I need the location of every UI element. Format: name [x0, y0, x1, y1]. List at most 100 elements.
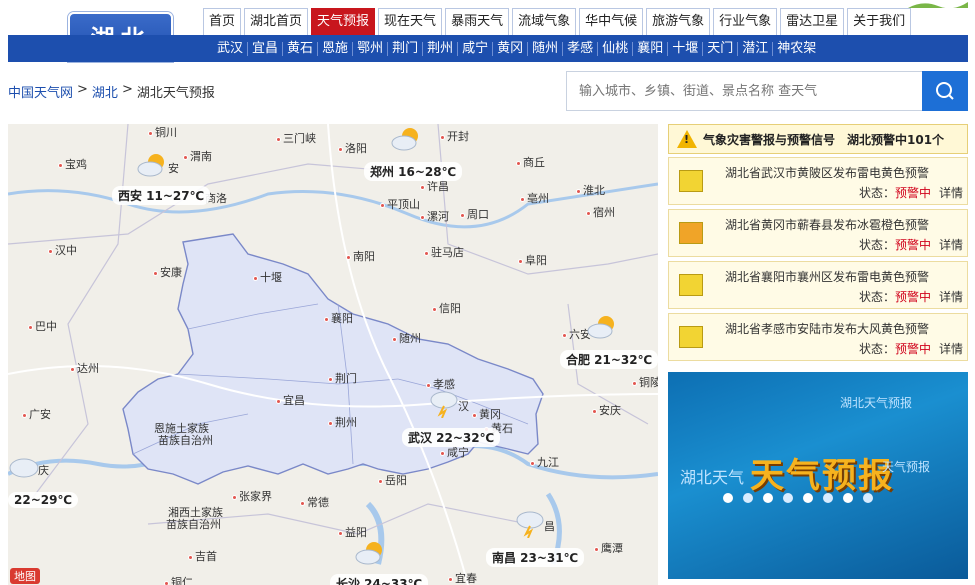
map-place: 洛阳 [338, 140, 367, 156]
weather-label-chongqing[interactable]: 22~29℃ [8, 492, 78, 508]
map-place: 安庆 [592, 402, 621, 418]
city-link-xianning[interactable]: 咸宁 [458, 41, 494, 56]
map-place: 苗族自治州 [158, 434, 213, 447]
map-place: 苗族自治州 [166, 518, 221, 531]
city-link-shiyan[interactable]: 十堰 [668, 41, 704, 56]
map-logo: 地图 [10, 568, 40, 584]
weather-label-xian[interactable]: 西安 11~27℃ [112, 186, 211, 205]
search-input[interactable] [567, 72, 923, 110]
city-bar: 武汉 宜昌 黄石 恩施 鄂州 荆门 荆州 咸宁 黄冈 随州 孝感 仙桃 襄阳 十… [8, 35, 968, 62]
search-button[interactable] [922, 71, 968, 111]
partly-cloudy-icon [355, 542, 382, 565]
warning-detail-link[interactable]: 详情 [939, 290, 963, 304]
nav-about[interactable]: 关于我们 [847, 8, 912, 35]
city-link-ezhou[interactable]: 鄂州 [353, 41, 389, 56]
map-place: 亳州 [520, 190, 549, 206]
warning-text[interactable]: 湖北省黄冈市蕲春县发布冰雹橙色预警 [725, 216, 929, 233]
warning-text[interactable]: 湖北省武汉市黄陂区发布雷电黄色预警 [725, 164, 929, 181]
warning-item[interactable]: 湖北省襄阳市襄州区发布雷电黄色预警 状态：预警中 详情 [668, 261, 968, 309]
map-place: 平顶山 [380, 196, 420, 212]
header-decoration [908, 2, 968, 8]
map-place: 安 [168, 162, 179, 175]
nav-current-weather[interactable]: 现在天气 [378, 8, 443, 35]
nav-climate[interactable]: 华中气候 [579, 8, 644, 35]
breadcrumb-root[interactable]: 中国天气网 [8, 82, 73, 101]
map-place: 达州 [70, 360, 99, 376]
nav-travel[interactable]: 旅游气象 [646, 8, 711, 35]
breadcrumb-region[interactable]: 湖北 [92, 82, 118, 101]
nav-basin[interactable]: 流域气象 [512, 8, 577, 35]
city-link-suizhou[interactable]: 随州 [528, 41, 564, 56]
lightning-warning-icon [679, 170, 703, 192]
map-place: 铜川 [148, 124, 177, 140]
weather-label-wuhan[interactable]: 武汉 22~32℃ [402, 428, 501, 447]
lightning-warning-icon [679, 274, 703, 296]
nav-forecast[interactable]: 天气预报 [311, 8, 376, 35]
nav-home[interactable]: 首页 [203, 8, 242, 35]
warning-detail-link[interactable]: 详情 [939, 186, 963, 200]
map-place: 宿州 [586, 204, 615, 220]
city-link-qianjiang[interactable]: 潜江 [738, 41, 774, 56]
city-link-enshi[interactable]: 恩施 [318, 41, 354, 56]
city-link-xiaogan[interactable]: 孝感 [563, 41, 599, 56]
map-place: 十堰 [253, 269, 282, 285]
map-place: 汉中 [48, 242, 77, 258]
weather-label-changsha[interactable]: 长沙 24~33℃ [330, 574, 429, 585]
city-link-xiangyang[interactable]: 襄阳 [633, 41, 669, 56]
thunderstorm-icon [516, 511, 544, 538]
city-links: 武汉 宜昌 黄石 恩施 鄂州 荆门 荆州 咸宁 黄冈 随州 孝感 仙桃 襄阳 十… [213, 35, 820, 62]
weather-label-hefei[interactable]: 合肥 21~32℃ [560, 350, 658, 369]
city-link-huanggang[interactable]: 黄冈 [493, 41, 529, 56]
map-place: 九江 [530, 454, 559, 470]
map-place: 渭南 [183, 148, 212, 164]
city-link-tianmen[interactable]: 天门 [703, 41, 739, 56]
nav-radar[interactable]: 雷达卫星 [780, 8, 845, 35]
map-place: 淮北 [576, 182, 605, 198]
city-link-yichang[interactable]: 宜昌 [248, 41, 284, 56]
weather-label-zhengzhou[interactable]: 郑州 16~28℃ [364, 162, 463, 181]
nav-rainstorm[interactable]: 暴雨天气 [445, 8, 510, 35]
city-link-xiantao[interactable]: 仙桃 [598, 41, 634, 56]
warning-item[interactable]: 湖北省孝感市安陆市发布大风黄色预警 状态：预警中 详情 [668, 313, 968, 361]
map-place: 巴中 [28, 318, 57, 334]
wind-warning-icon [679, 326, 703, 348]
city-link-huangshi[interactable]: 黄石 [283, 41, 319, 56]
warning-title: 气象灾害警报与预警信号 湖北预警中101个 [703, 132, 945, 147]
nav-hubei-home[interactable]: 湖北首页 [244, 8, 309, 35]
map-place: 信阳 [432, 300, 461, 316]
breadcrumb-separator: > [77, 82, 88, 97]
city-link-jingzhou[interactable]: 荆州 [423, 41, 459, 56]
thunderstorm-icon [430, 391, 458, 418]
map-place: 襄阳 [324, 310, 353, 326]
warning-status: 状态：预警中 详情 [858, 342, 963, 356]
weather-label-nanchang[interactable]: 南昌 23~31℃ [486, 548, 585, 567]
forecast-banner[interactable]: 湖北天气预报 湖北天气 天气预报 天气预报 [668, 372, 968, 579]
map-place: 荆州 [328, 414, 357, 430]
map-place: 商丘 [516, 154, 545, 170]
cloudy-icon [9, 458, 39, 478]
map-place: 广安 [22, 406, 51, 422]
warning-item[interactable]: 湖北省武汉市黄陂区发布雷电黄色预警 状态：预警中 详情 [668, 157, 968, 205]
nav-industry[interactable]: 行业气象 [713, 8, 778, 35]
city-link-jingmen[interactable]: 荆门 [388, 41, 424, 56]
map-place: 常德 [300, 494, 329, 510]
city-link-shennongjia[interactable]: 神农架 [773, 41, 820, 56]
map-place: 开封 [440, 128, 469, 144]
weather-icons-strip [723, 493, 873, 503]
map-place: 荆门 [328, 370, 357, 386]
banner-caption: 天气预报 [882, 460, 931, 474]
warning-detail-link[interactable]: 详情 [939, 342, 963, 356]
search-icon [936, 82, 954, 100]
warning-status: 状态：预警中 详情 [858, 290, 963, 304]
warning-detail-link[interactable]: 详情 [939, 238, 963, 252]
warning-text[interactable]: 湖北省襄阳市襄州区发布雷电黄色预警 [725, 268, 929, 285]
weather-map[interactable]: 铜川 渭南 三门峡 洛阳 开封 宝鸡 安 商洛 许昌 商丘 平顶山 漯河 周口 … [8, 124, 658, 585]
map-place: 三门峡 [276, 130, 316, 146]
map-place: 周口 [460, 206, 489, 222]
city-link-wuhan[interactable]: 武汉 [213, 41, 249, 56]
warning-item[interactable]: 湖北省黄冈市蕲春县发布冰雹橙色预警 状态：预警中 详情 [668, 209, 968, 257]
map-place: 宝鸡 [58, 156, 87, 172]
warning-text[interactable]: 湖北省孝感市安陆市发布大风黄色预警 [725, 320, 929, 337]
hail-warning-icon [679, 222, 703, 244]
partly-cloudy-icon [587, 316, 614, 339]
